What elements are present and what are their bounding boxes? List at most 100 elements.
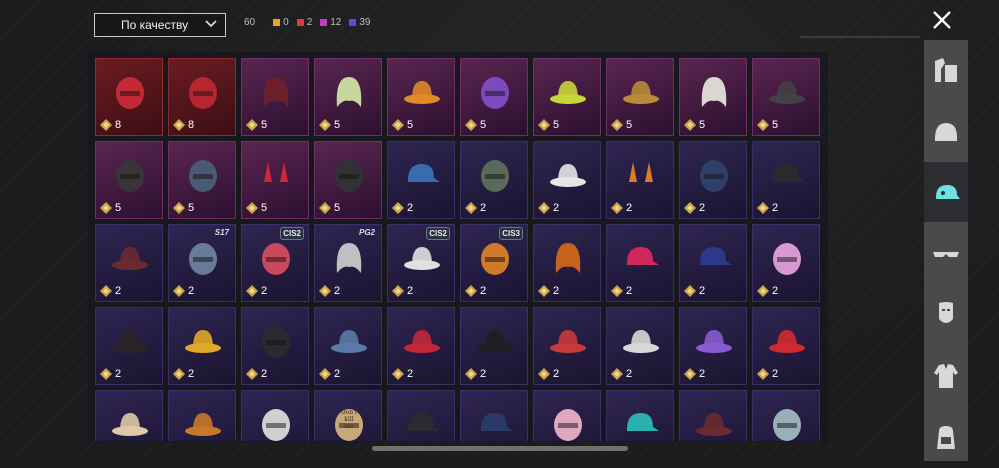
sidebar-item-jacket[interactable] bbox=[924, 346, 968, 406]
inventory-item[interactable]: 2 bbox=[387, 141, 455, 219]
glasses-icon bbox=[933, 252, 959, 257]
item-count: 2 bbox=[392, 202, 413, 214]
item-count: 5 bbox=[392, 119, 413, 131]
orange-blob-hat-icon bbox=[404, 81, 440, 104]
sidebar-item-outfit[interactable] bbox=[924, 40, 968, 100]
item-count-value: 2 bbox=[626, 368, 633, 380]
inventory-item[interactable] bbox=[606, 390, 674, 441]
item-count-value: 2 bbox=[407, 285, 414, 297]
navy-beanie-icon bbox=[700, 160, 728, 192]
inventory-item[interactable]: 2 bbox=[241, 307, 309, 385]
item-count: 5 bbox=[684, 119, 705, 131]
helmet-icon bbox=[935, 123, 957, 141]
item-count-value: 2 bbox=[188, 368, 195, 380]
sidebar-item-backpack[interactable] bbox=[924, 408, 968, 468]
item-count: 2 bbox=[392, 368, 413, 380]
item-count-value: 2 bbox=[699, 202, 706, 214]
horizontal-scrollbar[interactable] bbox=[372, 446, 628, 451]
inventory-item[interactable]: 2 bbox=[314, 307, 382, 385]
item-count: 2 bbox=[684, 285, 705, 297]
inventory-item[interactable]: 5 bbox=[460, 58, 528, 136]
coin-icon bbox=[538, 202, 550, 214]
coin-icon bbox=[246, 285, 258, 297]
inventory-item[interactable]: 2 bbox=[606, 307, 674, 385]
sidebar-item-helmet[interactable] bbox=[924, 102, 968, 162]
inventory-item[interactable]: Don't kill me bbox=[314, 390, 382, 441]
red-knight-helmet-icon bbox=[189, 77, 217, 109]
inventory-item[interactable]: 8 bbox=[95, 58, 163, 136]
item-count: 2 bbox=[465, 285, 486, 297]
inventory-item[interactable]: 2 bbox=[460, 141, 528, 219]
inventory-item[interactable]: 5 bbox=[679, 58, 747, 136]
coin-icon bbox=[757, 119, 769, 131]
sidebar-item-cap[interactable] bbox=[924, 162, 968, 222]
inventory-item[interactable]: 2 bbox=[460, 307, 528, 385]
jacket-icon bbox=[934, 364, 958, 388]
inventory-item[interactable]: 2 bbox=[752, 307, 820, 385]
inventory-item[interactable]: 5 bbox=[606, 58, 674, 136]
inventory-item[interactable]: 5 bbox=[314, 58, 382, 136]
inventory-item[interactable]: 5 bbox=[314, 141, 382, 219]
inventory-item[interactable]: 5 bbox=[241, 141, 309, 219]
item-count: 2 bbox=[319, 285, 340, 297]
item-count: 2 bbox=[319, 368, 340, 380]
pirate-hat-icon bbox=[112, 330, 148, 353]
inventory-item[interactable]: 2 bbox=[387, 307, 455, 385]
inventory-item[interactable] bbox=[752, 390, 820, 441]
inventory-item[interactable]: 5 bbox=[752, 58, 820, 136]
inventory-item[interactable]: 2 bbox=[679, 307, 747, 385]
inventory-item[interactable]: CIS2 2 bbox=[241, 224, 309, 302]
category-sidebar bbox=[924, 40, 968, 461]
inventory-item[interactable] bbox=[679, 390, 747, 441]
inventory-item[interactable] bbox=[387, 390, 455, 441]
blue-tactical-helmet-icon bbox=[189, 160, 217, 192]
coin-icon bbox=[319, 285, 331, 297]
inventory-item[interactable] bbox=[168, 390, 236, 441]
inventory-item[interactable]: 5 bbox=[95, 141, 163, 219]
inventory-item[interactable]: 2 bbox=[752, 141, 820, 219]
inventory-clip: 8 8 5 5 5 5 5 5 5 5 5 5 5 5 2 2 2 2 2 2 2 S17 2 CIS2 2 PG2 2 CIS2 2 C… bbox=[0, 0, 999, 441]
inventory-item[interactable]: 2 bbox=[752, 224, 820, 302]
inventory-item[interactable]: 5 bbox=[533, 58, 601, 136]
inventory-item[interactable] bbox=[460, 390, 528, 441]
inventory-item[interactable]: S17 2 bbox=[168, 224, 236, 302]
coin-icon bbox=[538, 368, 550, 380]
inventory-item[interactable] bbox=[241, 390, 309, 441]
inventory-item[interactable]: 2 bbox=[533, 141, 601, 219]
golden-crown-icon bbox=[623, 81, 659, 104]
inventory-item[interactable]: 5 bbox=[241, 58, 309, 136]
flower-crown-icon bbox=[696, 330, 732, 353]
inventory-item[interactable]: 2 bbox=[606, 141, 674, 219]
inventory-item[interactable] bbox=[95, 390, 163, 441]
sidebar-item-face-mask[interactable] bbox=[924, 284, 968, 344]
black-bow-hat-icon bbox=[769, 81, 805, 104]
inventory-item[interactable]: 2 bbox=[95, 224, 163, 302]
item-count-value: 2 bbox=[261, 368, 268, 380]
inventory-item[interactable]: 5 bbox=[168, 141, 236, 219]
inventory-item[interactable] bbox=[533, 390, 601, 441]
inventory-item[interactable]: 2 bbox=[606, 224, 674, 302]
inventory-item[interactable]: 2 bbox=[95, 307, 163, 385]
white-sun-hat-icon bbox=[550, 164, 586, 187]
navy-sailor-cap-icon bbox=[481, 413, 513, 431]
coin-icon bbox=[392, 119, 404, 131]
inventory-item[interactable]: 2 bbox=[679, 224, 747, 302]
item-count: 2 bbox=[684, 202, 705, 214]
item-count-value: 5 bbox=[115, 202, 122, 214]
inventory-item[interactable]: 2 bbox=[168, 307, 236, 385]
coin-icon bbox=[100, 368, 112, 380]
item-count-value: 2 bbox=[553, 202, 560, 214]
season-badge: CIS2 bbox=[280, 227, 304, 240]
inventory-item[interactable]: PG2 2 bbox=[314, 224, 382, 302]
inventory-item[interactable]: CIS3 2 bbox=[460, 224, 528, 302]
inventory-item[interactable]: 2 bbox=[533, 307, 601, 385]
inventory-item[interactable]: 8 bbox=[168, 58, 236, 136]
item-count-value: 5 bbox=[261, 202, 268, 214]
item-count-value: 5 bbox=[334, 119, 341, 131]
inventory-item[interactable]: 2 bbox=[679, 141, 747, 219]
inventory-item[interactable]: 2 bbox=[533, 224, 601, 302]
sidebar-item-glasses[interactable] bbox=[924, 224, 968, 284]
paper-bag-text: Don't kill me bbox=[340, 409, 358, 430]
inventory-item[interactable]: 5 bbox=[387, 58, 455, 136]
inventory-item[interactable]: CIS2 2 bbox=[387, 224, 455, 302]
